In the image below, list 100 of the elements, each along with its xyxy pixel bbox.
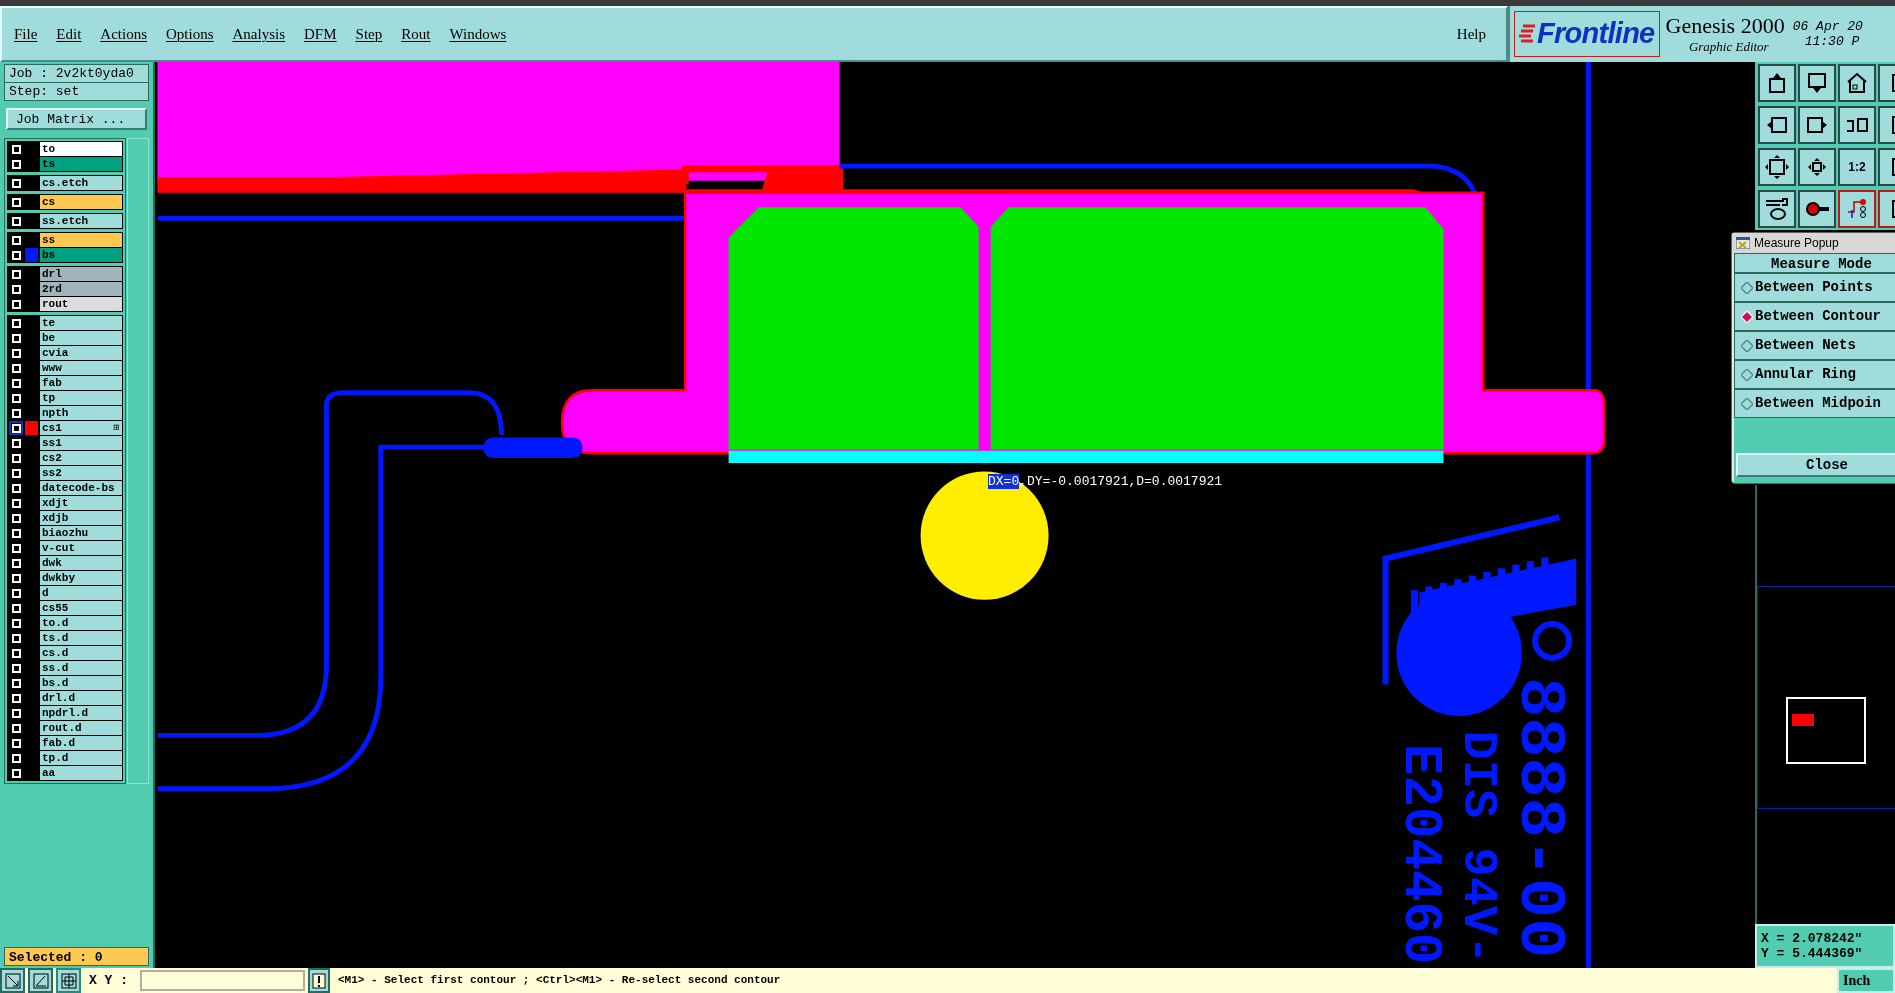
silkscreen-text: E204460	[1390, 743, 1450, 968]
layer-item[interactable]: npth	[40, 406, 122, 420]
layer-item[interactable]: npdrl.d	[40, 706, 122, 720]
layer-item[interactable]: ts.d	[40, 631, 122, 645]
layer-item[interactable]: fab.d	[40, 736, 122, 750]
toolbar-button[interactable]	[1838, 106, 1876, 144]
xy-input-field[interactable]	[140, 970, 305, 991]
toolbar-button[interactable]	[1798, 106, 1836, 144]
measure-mode-option[interactable]: Annular Ring	[1734, 360, 1895, 389]
import-icon	[1805, 71, 1829, 95]
menu-item[interactable]: DFM	[304, 22, 337, 46]
layer-item[interactable]: 2rd	[40, 282, 122, 296]
menu-item[interactable]: File	[14, 22, 38, 46]
zoom-box-button[interactable]	[0, 968, 25, 993]
status-message: <M1> - Select first contour ; <Ctrl><M1> - Re-select second contour	[338, 973, 781, 989]
toolbar-button[interactable]	[1798, 148, 1836, 186]
x-coordinate: X = 2.078242"	[1761, 931, 1864, 946]
exclamation-icon	[312, 972, 326, 989]
layer-item[interactable]: v-cut	[40, 541, 122, 555]
grid-icon	[60, 972, 77, 989]
measure-mode-heading: Measure Mode	[1734, 253, 1895, 273]
layer-item[interactable]: ss2	[40, 466, 122, 480]
menu-item[interactable]: Rout	[401, 22, 431, 46]
layer-item[interactable]: to.d	[40, 616, 122, 630]
layer-item[interactable]: to	[40, 142, 122, 156]
layer-tag: ⊞	[113, 423, 120, 433]
layer-item[interactable]: xdjb	[40, 511, 122, 525]
layer-item[interactable]: cs.etch	[40, 176, 122, 190]
job-matrix-button[interactable]: Job Matrix ...	[6, 108, 147, 130]
layer-item[interactable]: cvia	[40, 346, 122, 360]
alert-button[interactable]	[308, 968, 330, 993]
xy-label: X Y :	[89, 971, 128, 990]
measure-readout-selected: DX=0	[988, 474, 1020, 489]
layer-item[interactable]: be	[40, 331, 122, 345]
units-button[interactable]: Inch	[1837, 968, 1895, 993]
close-button[interactable]: Close	[1736, 453, 1895, 477]
menu-item[interactable]: Edit	[56, 22, 82, 46]
layer-item[interactable]: cs1 ⊞	[40, 421, 122, 435]
menu-item[interactable]: Options	[166, 22, 214, 46]
layer-item[interactable]: dwk	[40, 556, 122, 570]
layer-item[interactable]: cs	[40, 195, 122, 209]
stripes-icon	[1519, 23, 1535, 45]
popup-title: Measure Popup	[1754, 235, 1839, 252]
scroll-track[interactable]	[127, 138, 149, 784]
measure-mode-option[interactable]: Between Points	[1734, 273, 1895, 302]
layer-item[interactable]: datecode-bs	[40, 481, 122, 495]
layer-item[interactable]: te	[40, 316, 122, 330]
layer-item[interactable]: ss	[40, 233, 122, 247]
brand-logo: Frontline	[1514, 11, 1660, 57]
layer-item[interactable]: tp.d	[40, 751, 122, 765]
menu-item[interactable]: Analysis	[232, 22, 286, 46]
layer-item[interactable]: rout.d	[40, 721, 122, 735]
layer-item[interactable]: tp	[40, 391, 122, 405]
layer-item[interactable]: drl.d	[40, 691, 122, 705]
board-marker	[1792, 714, 1814, 726]
help-menu[interactable]: Help	[1456, 22, 1486, 46]
diagonal-arrow-icon	[4, 972, 21, 989]
menu-item[interactable]: Step	[355, 22, 383, 46]
measure-mode-option[interactable]: Between Contour	[1734, 302, 1895, 331]
layer-item[interactable]: d	[40, 586, 122, 600]
job-field: Job : 2v2kt0yda0	[5, 65, 148, 83]
layer-item[interactable]: www	[40, 361, 122, 375]
layer-item[interactable]: aa	[40, 766, 122, 780]
step-field: Step: set	[5, 83, 148, 100]
toolbar-button[interactable]	[1838, 64, 1876, 102]
measure-mode-option[interactable]: Between Midpoin	[1734, 389, 1895, 418]
toolbar-button[interactable]	[1798, 190, 1836, 228]
measure-readout: ,DY=-0.0017921,D=0.0017921	[1019, 474, 1223, 489]
x-app-icon	[1736, 237, 1750, 249]
selected-count: Selected : 0	[4, 947, 149, 966]
layer-item[interactable]: cs.d	[40, 646, 122, 660]
toolbar-button[interactable]	[1758, 190, 1796, 228]
toolbar-button[interactable]	[1758, 64, 1796, 102]
menu-item[interactable]: Actions	[100, 22, 147, 46]
y-coordinate: Y = 5.444369"	[1761, 946, 1864, 961]
layer-item[interactable]: bs.d	[40, 676, 122, 690]
menu-item[interactable]: Windows	[449, 22, 507, 46]
toolbar-button[interactable]	[1798, 64, 1836, 102]
snap-button[interactable]	[28, 968, 53, 993]
measure-mode-option[interactable]: Between Nets	[1734, 331, 1895, 360]
layer-item[interactable]: cs55	[40, 601, 122, 615]
layer-item[interactable]: biaozhu	[40, 526, 122, 540]
layer-item[interactable]: ts	[40, 157, 122, 171]
layer-item[interactable]: dwkby	[40, 571, 122, 585]
toolbar-button[interactable]: 1:2	[1838, 148, 1876, 186]
layer-item[interactable]: ss.d	[40, 661, 122, 675]
layer-item[interactable]: drl	[40, 267, 122, 281]
layer-item[interactable]: ss1	[40, 436, 122, 450]
layer-item[interactable]: fab	[40, 376, 122, 390]
time-label: 11:30 P	[1803, 34, 1861, 49]
toolbar-button[interactable]	[1758, 106, 1796, 144]
toolbar-button[interactable]	[1758, 148, 1796, 186]
zoom-fit-icon	[1764, 154, 1790, 180]
layer-item[interactable]: xdjt	[40, 496, 122, 510]
angle-icon	[32, 972, 49, 989]
layer-item[interactable]: cs2	[40, 451, 122, 465]
layer-item[interactable]: ss.etch	[40, 214, 122, 228]
layer-item[interactable]: bs	[40, 248, 122, 262]
layer-item[interactable]: rout	[40, 297, 122, 311]
grid-button[interactable]	[56, 968, 81, 993]
